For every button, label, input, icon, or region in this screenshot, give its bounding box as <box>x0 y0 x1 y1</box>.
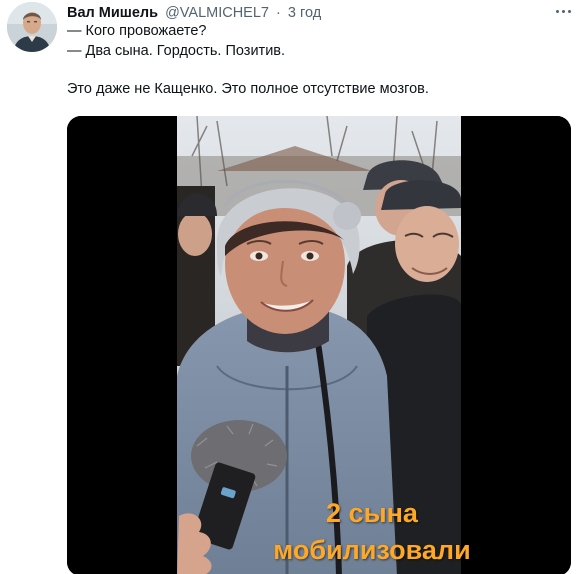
tweet-text-line: — Два сына. Гордость. Позитив. <box>67 42 286 59</box>
tweet-media-video[interactable]: 2 сына мобилизовали <box>67 116 571 574</box>
tweet-text-line: Это даже не Кащенко. Это полное отсутств… <box>67 81 429 97</box>
tweet-text-line: — Кого провожаете? <box>67 23 207 39</box>
author-name[interactable]: Вал Мишель <box>67 5 158 21</box>
tweet-text: — Кого провожаете? — Два сына. Гордость.… <box>67 22 567 100</box>
more-horizontal-icon <box>554 9 572 13</box>
avatar[interactable] <box>7 2 57 52</box>
more-options-button[interactable] <box>549 0 577 22</box>
tweet[interactable]: Вал Мишель @VALMICHEL7 · 3 год — Кого пр… <box>0 0 583 574</box>
separator-dot: · <box>276 5 281 21</box>
tweet-timestamp[interactable]: 3 год <box>288 5 321 21</box>
video-caption-line-2: мобилизовали <box>273 535 471 565</box>
tweet-header: Вал Мишель @VALMICHEL7 · 3 год <box>67 4 321 22</box>
author-handle[interactable]: @VALMICHEL7 <box>165 5 269 21</box>
avatar-image <box>7 2 57 52</box>
video-caption-line-1: 2 сына <box>326 498 418 528</box>
